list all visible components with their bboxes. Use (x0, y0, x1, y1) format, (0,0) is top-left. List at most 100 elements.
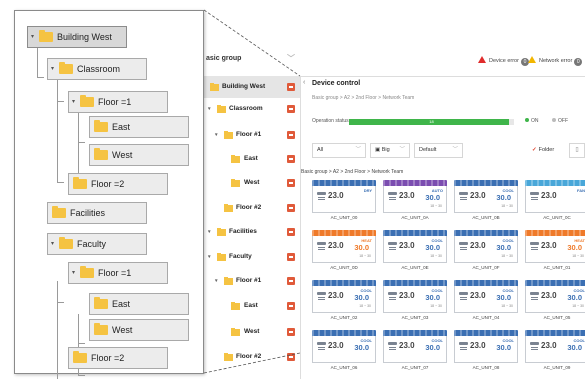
remove-icon[interactable] (287, 277, 295, 285)
folder-icon (231, 302, 240, 310)
device-card[interactable]: 23.0 COOL 30.0 AC_UNIT_06 (312, 330, 376, 370)
sidebar-item-floor-1[interactable]: ▾ Floor #1 (204, 124, 300, 146)
ac-unit-icon (459, 342, 468, 351)
device-card[interactable]: 23.0 COOL 30.0 AC_UNIT_08 (454, 330, 518, 370)
sidebar-item-faculty[interactable]: ▾ Faculty (204, 246, 300, 268)
device-card[interactable]: 23.0 COOL 30.0 18 ~ 30 AC_UNIT_02 (312, 280, 376, 320)
room-temperature: 23.0 (328, 341, 344, 350)
remove-icon[interactable] (287, 105, 295, 113)
device-name: AC_UNIT_09 (543, 365, 571, 370)
sidebar-item-east[interactable]: East (204, 148, 300, 170)
sidebar-item-label: Classroom (229, 105, 263, 112)
device-card[interactable]: 23.0 COOL 30.0 18 ~ 30 AC_UNIT_0B (454, 180, 518, 220)
sidebar-item-facilities[interactable]: ▾ Facilities (204, 221, 300, 243)
zoom-node-floor-2[interactable]: Floor =2 (68, 347, 168, 369)
temperature-range: 18 ~ 30 (501, 254, 513, 258)
device-name: AC_UNIT_02 (330, 315, 358, 320)
zoom-node-east[interactable]: East (89, 293, 189, 315)
remove-icon[interactable] (287, 353, 295, 361)
group-selector[interactable]: asic group ﹀ (204, 42, 300, 77)
zoom-node-building-west[interactable]: ▾ Building West (27, 26, 127, 48)
sidebar-item-floor-2[interactable]: Floor #2 (204, 346, 300, 368)
remove-icon[interactable] (287, 204, 295, 212)
remove-icon[interactable] (287, 253, 295, 261)
device-card[interactable]: 23.0 COOL 30.0 18 ~ 30 AC_UNIT_03 (383, 280, 447, 320)
device-card[interactable]: 23.0 COOL 30.0 18 ~ 30 AC_UNIT_0F (454, 230, 518, 270)
sidebar-item-west[interactable]: West (204, 172, 300, 194)
zoom-node-label: Floor =1 (98, 97, 132, 107)
size-select[interactable]: ▣ Big ﹀ (370, 143, 410, 158)
set-temperature: 30.0 (567, 343, 582, 352)
chevron-down-icon[interactable]: ▾ (215, 124, 218, 146)
set-temperature: 30.0 (354, 343, 369, 352)
chevron-down-icon[interactable]: ▾ (72, 92, 75, 112)
sidebar-item-floor-1[interactable]: ▾ Floor #1 (204, 270, 300, 292)
back-icon[interactable]: ‹ (303, 79, 305, 86)
device-card-body: 23.0 FAN (525, 186, 585, 213)
set-temperature: 30.0 (496, 343, 511, 352)
room-temperature: 23.0 (470, 291, 486, 300)
chevron-down-icon[interactable]: ▾ (31, 27, 34, 47)
chevron-down-icon[interactable]: ▾ (208, 98, 211, 120)
chevron-down-icon[interactable]: ▾ (51, 59, 54, 79)
device-card[interactable]: 23.0 HEAT 30.0 18 ~ 30 AC_UNIT_0D (312, 230, 376, 270)
chevron-down-icon[interactable]: ▾ (215, 270, 218, 292)
zoom-node-classroom[interactable]: ▾ Classroom (47, 58, 147, 80)
zoom-node-west[interactable]: West (89, 144, 189, 166)
document-button[interactable]: ▯ (569, 143, 585, 158)
warning-icon (528, 56, 536, 63)
device-error-indicator[interactable]: Device error 0 (478, 56, 529, 66)
on-legend: ON (525, 118, 539, 124)
remove-icon[interactable] (287, 131, 295, 139)
chevron-down-icon[interactable]: ▾ (208, 221, 211, 243)
set-temperature: 30.0 (567, 293, 582, 302)
zoom-node-west[interactable]: West (89, 319, 189, 341)
zoom-node-floor-1[interactable]: ▾ Floor =1 (68, 262, 168, 284)
filter-all-select[interactable]: All ﹀ (312, 143, 366, 158)
chevron-down-icon[interactable]: ▾ (208, 246, 211, 268)
device-card[interactable]: 23.0 COOL 30.0 AC_UNIT_07 (383, 330, 447, 370)
device-card[interactable]: 23.0 AUTO 30.0 18 ~ 30 AC_UNIT_0A (383, 180, 447, 220)
folder-icon (52, 206, 66, 218)
sidebar-item-floor-2[interactable]: Floor #2 (204, 197, 300, 219)
chevron-down-icon[interactable]: ﹀ (287, 42, 295, 76)
device-card[interactable]: 23.0 HEAT 30.0 18 ~ 30 AC_UNIT_01 (525, 230, 585, 270)
chevron-down-icon[interactable]: ▾ (51, 234, 54, 254)
folder-toggle[interactable]: ✓ Folder (532, 143, 554, 158)
device-card[interactable]: 23.0 COOL 30.0 18 ~ 30 AC_UNIT_0E (383, 230, 447, 270)
sidebar-item-label: Facilities (229, 228, 257, 235)
device-card[interactable]: 23.0 FAN AC_UNIT_0C (525, 180, 585, 220)
sidebar-item-west[interactable]: West (204, 321, 300, 343)
network-error-indicator[interactable]: Network error 0 (528, 56, 583, 66)
sort-select[interactable]: Default ﹀ (414, 143, 463, 158)
document-icon: ▯ (575, 147, 579, 153)
device-card[interactable]: 23.0 DRY AC_UNIT_00 (312, 180, 376, 220)
grid-icon: ▣ (375, 147, 382, 153)
zoom-node-facilities[interactable]: Facilities (47, 202, 147, 224)
zoom-node-faculty[interactable]: ▾ Faculty (47, 233, 147, 255)
remove-icon[interactable] (287, 302, 295, 310)
sidebar-item-classroom[interactable]: ▾ Classroom (204, 98, 300, 120)
folder-icon (224, 353, 233, 361)
device-card[interactable]: 23.0 COOL 30.0 18 ~ 30 AC_UNIT_04 (454, 280, 518, 320)
remove-icon[interactable] (287, 179, 295, 187)
device-card[interactable]: 23.0 COOL 30.0 18 ~ 30 AC_UNIT_05 (525, 280, 585, 320)
folder-icon (217, 228, 226, 236)
zoom-node-floor-2[interactable]: Floor =2 (68, 173, 168, 195)
temperature-range: 18 ~ 30 (430, 254, 442, 258)
remove-icon[interactable] (287, 155, 295, 163)
sidebar-item-building-west[interactable]: Building West (204, 76, 300, 98)
set-temperature: 30.0 (496, 293, 511, 302)
device-name: AC_UNIT_04 (472, 315, 500, 320)
remove-icon[interactable] (287, 228, 295, 236)
remove-icon[interactable] (287, 83, 295, 91)
device-name: AC_UNIT_0C (543, 215, 571, 220)
sidebar-item-east[interactable]: East (204, 295, 300, 317)
room-temperature: 23.0 (541, 241, 557, 250)
chevron-down-icon[interactable]: ▾ (72, 263, 75, 283)
zoom-node-east[interactable]: East (89, 116, 189, 138)
zoom-node-floor-1[interactable]: ▾ Floor =1 (68, 91, 168, 113)
remove-icon[interactable] (287, 328, 295, 336)
device-card[interactable]: 23.0 COOL 30.0 AC_UNIT_09 (525, 330, 585, 370)
ac-unit-icon (317, 342, 326, 351)
